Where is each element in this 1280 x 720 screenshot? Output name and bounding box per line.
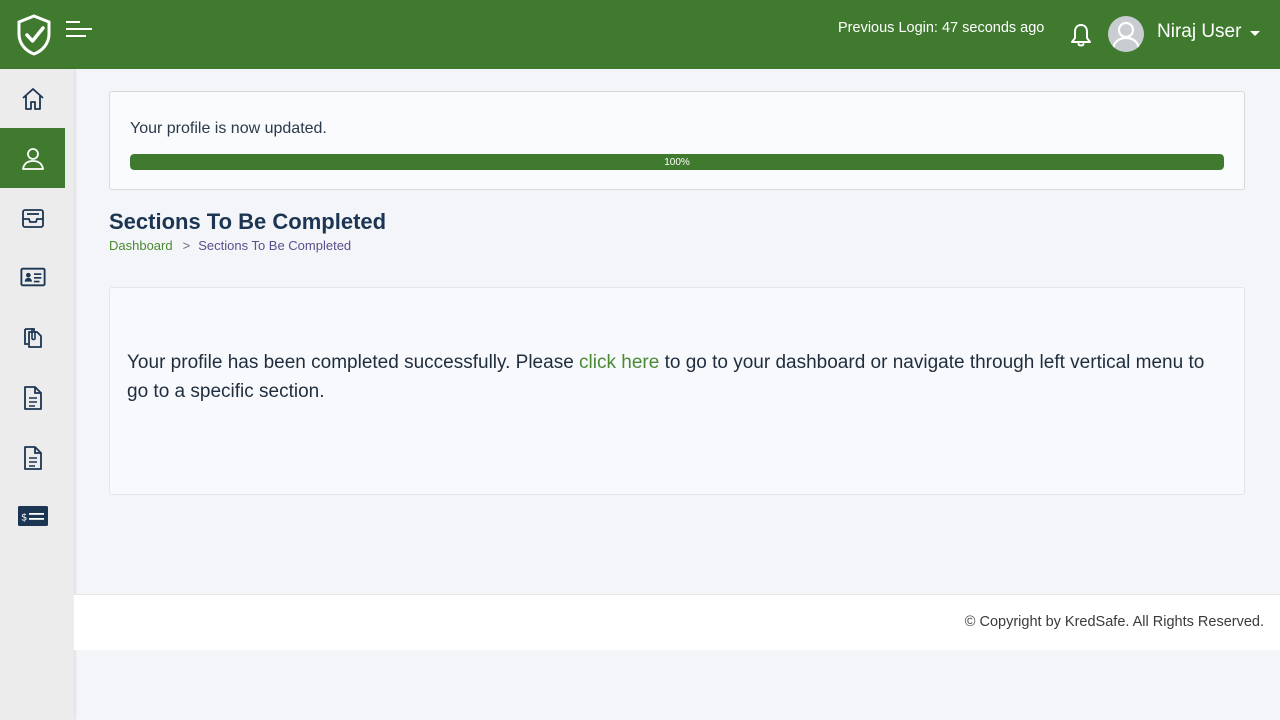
- menu-toggle-icon[interactable]: [64, 18, 94, 42]
- user-silhouette-icon: [1111, 21, 1141, 50]
- sidebar-item-documents[interactable]: [0, 308, 65, 368]
- document-icon: [23, 446, 42, 470]
- completion-message-card: Your profile has been completed successf…: [109, 287, 1245, 495]
- sidebar-item-inbox[interactable]: [0, 188, 65, 248]
- sidebar-item-document-1[interactable]: [0, 368, 65, 428]
- profile-progress-card: Your profile is now updated. 100%: [109, 91, 1245, 190]
- previous-login-text: Previous Login: 47 seconds ago: [838, 20, 1045, 36]
- bell-icon[interactable]: [1069, 22, 1093, 48]
- breadcrumb-dashboard-link[interactable]: Dashboard: [109, 238, 173, 253]
- top-bar: Previous Login: 47 seconds ago Niraj Use…: [0, 0, 1280, 69]
- breadcrumb-separator: >: [182, 238, 191, 253]
- sidebar-item-home[interactable]: [0, 69, 65, 129]
- dashboard-click-here-link[interactable]: click here: [579, 352, 659, 373]
- svg-text:$: $: [21, 513, 27, 524]
- breadcrumb: Dashboard > Sections To Be Completed: [109, 238, 351, 253]
- sidebar: $: [0, 69, 74, 720]
- id-card-icon: [19, 267, 46, 287]
- sidebar-item-profile[interactable]: [0, 128, 65, 188]
- sidebar-item-payment[interactable]: $: [0, 486, 65, 546]
- documents-clip-icon: [23, 328, 42, 348]
- user-menu-name[interactable]: Niraj User: [1157, 21, 1241, 43]
- page-title: Sections To Be Completed: [109, 209, 387, 234]
- copyright-text: © Copyright by KredSafe. All Rights Rese…: [964, 614, 1264, 630]
- progress-label: 100%: [664, 156, 690, 168]
- home-icon: [21, 88, 44, 110]
- document-icon: [23, 386, 42, 410]
- payment-card-icon: $: [17, 506, 48, 526]
- progress-bar-fill: 100%: [130, 154, 1224, 170]
- avatar[interactable]: [1108, 16, 1144, 52]
- chevron-down-icon[interactable]: [1250, 31, 1260, 36]
- progress-message: Your profile is now updated.: [130, 120, 327, 137]
- breadcrumb-current: Sections To Be Completed: [198, 238, 352, 253]
- message-text-before: Your profile has been completed successf…: [127, 352, 580, 373]
- completion-message: Your profile has been completed successf…: [127, 348, 1227, 406]
- shield-check-logo-icon[interactable]: [16, 14, 52, 56]
- footer: © Copyright by KredSafe. All Rights Rese…: [74, 594, 1280, 650]
- inbox-tray-icon: [21, 209, 44, 228]
- progress-bar: 100%: [130, 154, 1224, 170]
- user-icon: [21, 148, 44, 170]
- sidebar-item-id-card[interactable]: [0, 247, 65, 307]
- sidebar-item-document-2[interactable]: [0, 428, 65, 488]
